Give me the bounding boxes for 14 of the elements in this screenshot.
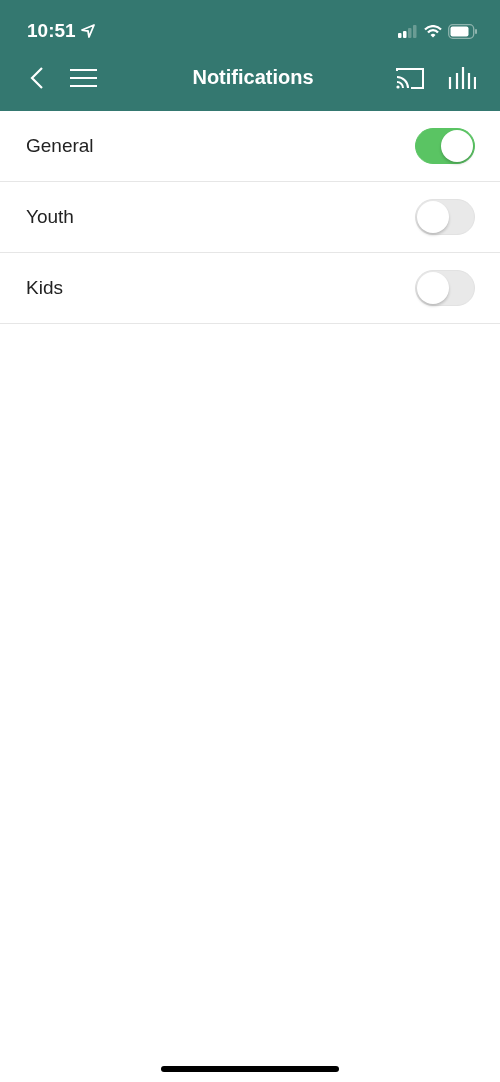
cast-icon[interactable] [396, 66, 424, 89]
wifi-icon [424, 24, 442, 38]
bar-chart-icon[interactable] [448, 66, 476, 89]
menu-icon[interactable] [70, 67, 97, 88]
battery-icon [448, 23, 478, 39]
page-title: Notifications [192, 66, 314, 89]
setting-label: Youth [26, 206, 74, 228]
toggle-switch[interactable] [415, 128, 475, 164]
location-arrow-icon [80, 24, 95, 38]
setting-label: General [26, 135, 94, 157]
back-icon[interactable] [30, 65, 44, 90]
signal-icon [398, 24, 418, 38]
status-time: 10:51 [27, 20, 76, 42]
setting-label: Kids [26, 277, 63, 299]
